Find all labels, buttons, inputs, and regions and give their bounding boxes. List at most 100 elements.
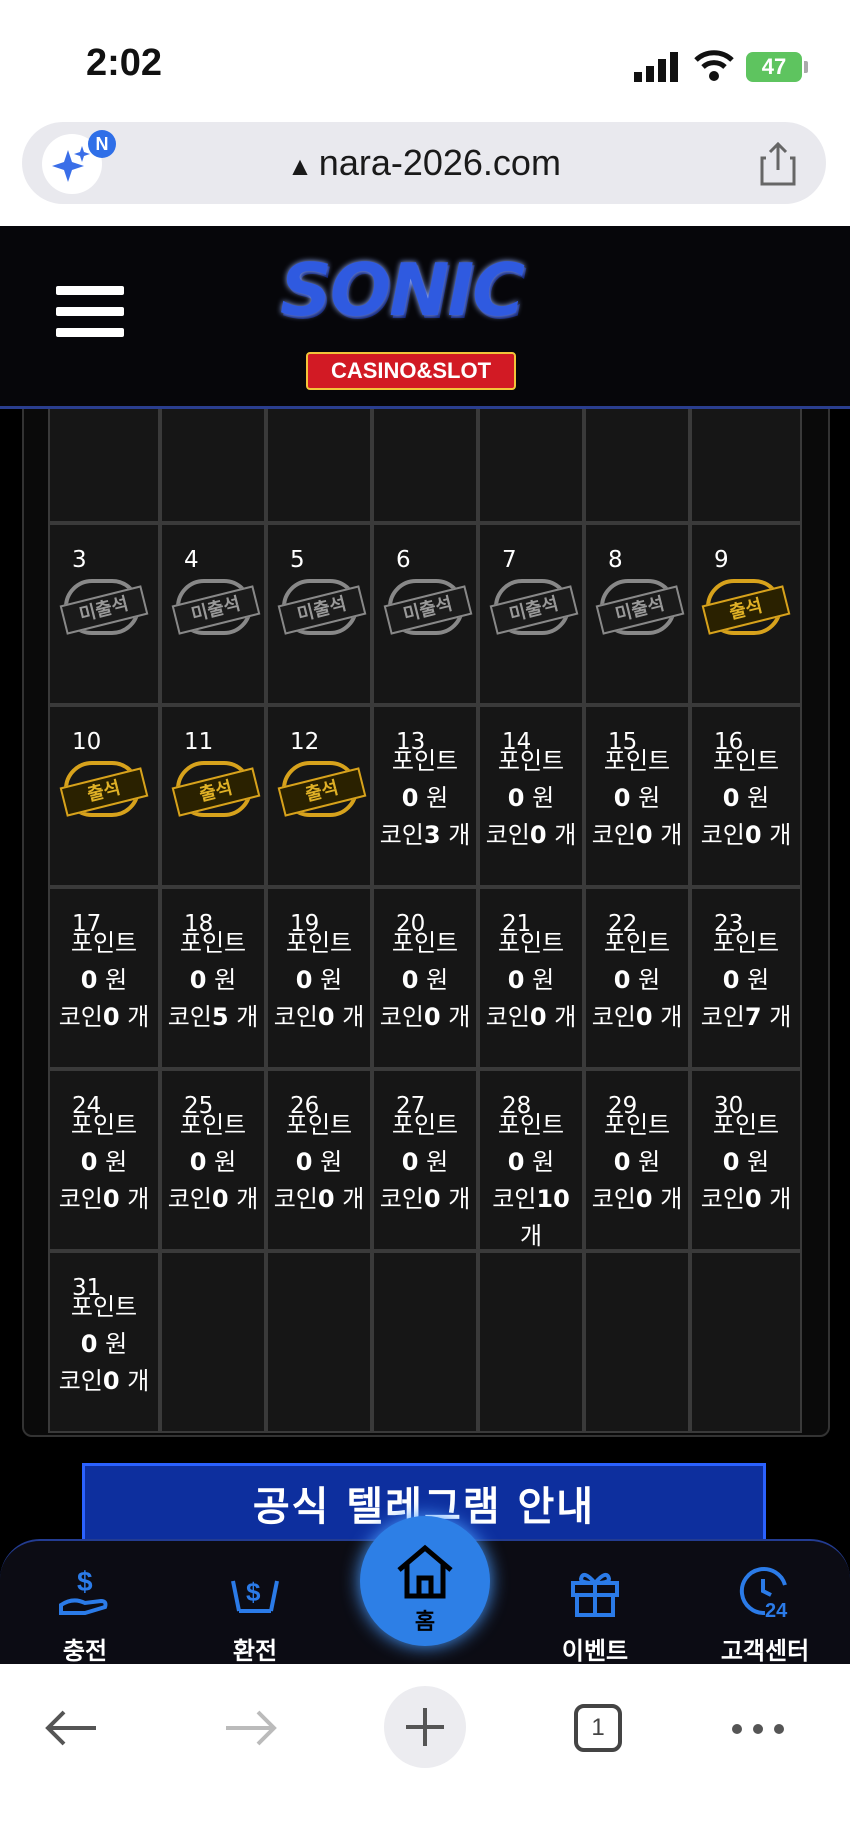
- more-icon[interactable]: [730, 1722, 786, 1736]
- calendar-day-cell[interactable]: 20 포인트 0 원 코인0 개: [372, 887, 478, 1069]
- calendar-day-cell[interactable]: 15 포인트 0 원 코인0 개: [584, 705, 690, 887]
- calendar-day-cell[interactable]: 3 미출석: [48, 523, 160, 705]
- battery-icon: 47: [746, 52, 802, 82]
- browser-toolbar: 1: [0, 1664, 850, 1841]
- won-unit: 원: [630, 966, 661, 994]
- calendar-day-cell[interactable]: 6 미출석: [372, 523, 478, 705]
- new-tab-button[interactable]: [384, 1686, 466, 1768]
- calendar-day-cell[interactable]: 28 포인트 0 원 코인10 개: [478, 1069, 584, 1251]
- absent-stamp: 미출석: [595, 579, 685, 635]
- day-number: 12: [290, 729, 320, 755]
- calendar-day-cell[interactable]: 22 포인트 0 원 코인0 개: [584, 887, 690, 1069]
- point-label: 포인트: [70, 929, 138, 957]
- coin-amount: 0: [423, 1185, 441, 1213]
- day-number: 11: [184, 729, 214, 755]
- calendar-day-cell[interactable]: 31 포인트 0 원 코인0 개: [48, 1251, 160, 1433]
- stamp-label: 미출석: [383, 585, 473, 635]
- address-bar[interactable]: N ▲ nara-2026.com: [22, 122, 826, 204]
- point-value: 0 원: [586, 780, 688, 817]
- day-number: 8: [608, 547, 623, 573]
- calendar-day-cell[interactable]: 9 출석: [690, 523, 802, 705]
- point-value: 0 원: [162, 962, 264, 999]
- withdraw-icon: $: [231, 1577, 279, 1613]
- calendar-day-cell[interactable]: 17 포인트 0 원 코인0 개: [48, 887, 160, 1069]
- coin-label: 코인: [58, 1003, 103, 1031]
- calendar-day-cell[interactable]: 18 포인트 0 원 코인5 개: [160, 887, 266, 1069]
- point-label: 포인트: [391, 1111, 459, 1139]
- calendar-cell: [584, 409, 690, 523]
- won-unit: 원: [97, 1148, 128, 1176]
- forward-arrow-icon[interactable]: [222, 1708, 278, 1748]
- won-unit: 원: [418, 1148, 449, 1176]
- calendar-day-cell[interactable]: 5 미출석: [266, 523, 372, 705]
- coin-value: 코인7 개: [692, 999, 800, 1036]
- calendar-day-cell[interactable]: 29 포인트 0 원 코인0 개: [584, 1069, 690, 1251]
- nav-deposit[interactable]: $ 충전: [20, 1561, 150, 1666]
- calendar-day-cell[interactable]: 21 포인트 0 원 코인0 개: [478, 887, 584, 1069]
- point-amount: 0: [613, 784, 631, 812]
- point-value: 0 원: [480, 962, 582, 999]
- gift-icon: [571, 1572, 619, 1617]
- calendar-day-cell[interactable]: 10 출석: [48, 705, 160, 887]
- point-label: 포인트: [712, 1111, 780, 1139]
- reward-info: 포인트 0 원 코인0 개: [268, 1107, 370, 1218]
- coin-value: 코인0 개: [268, 999, 370, 1036]
- wifi-icon: [694, 50, 734, 81]
- point-amount: 0: [80, 1148, 98, 1176]
- coin-unit: 개: [119, 1003, 150, 1031]
- nav-event-label: 이벤트: [561, 1637, 629, 1665]
- nav-support[interactable]: 24 고객센터: [700, 1561, 830, 1666]
- calendar-day-cell[interactable]: 14 포인트 0 원 코인0 개: [478, 705, 584, 887]
- coin-amount: 3: [423, 821, 441, 849]
- calendar-day-cell[interactable]: 27 포인트 0 원 코인0 개: [372, 1069, 478, 1251]
- site-logo[interactable]: SONIC CASINO&SLOT: [262, 248, 602, 390]
- coin-label: 코인: [167, 1003, 212, 1031]
- calendar-empty-cell: [478, 1251, 584, 1433]
- warning-icon: ▲: [287, 151, 313, 181]
- point-value: 0 원: [162, 1144, 264, 1181]
- nav-event[interactable]: 이벤트: [530, 1561, 660, 1666]
- attended-stamp: 출석: [59, 761, 149, 817]
- calendar-day-cell[interactable]: 12 출석: [266, 705, 372, 887]
- coin-value: 코인0 개: [692, 1181, 800, 1218]
- calendar-day-cell[interactable]: 25 포인트 0 원 코인0 개: [160, 1069, 266, 1251]
- calendar-empty-cell: [690, 1251, 802, 1433]
- calendar-day-cell[interactable]: 11 출석: [160, 705, 266, 887]
- coin-unit: 개: [440, 1003, 471, 1031]
- coin-label: 코인: [58, 1185, 103, 1213]
- coin-value: 코인0 개: [50, 999, 158, 1036]
- tabs-button[interactable]: 1: [574, 1704, 622, 1752]
- coin-amount: 0: [423, 1003, 441, 1031]
- calendar-day-cell[interactable]: 26 포인트 0 원 코인0 개: [266, 1069, 372, 1251]
- attended-stamp: 출석: [277, 761, 367, 817]
- svg-text:24: 24: [765, 1600, 788, 1621]
- coin-unit: 개: [761, 1003, 792, 1031]
- calendar-day-cell[interactable]: 4 미출석: [160, 523, 266, 705]
- back-arrow-icon[interactable]: [44, 1708, 100, 1748]
- stamp-label: 출석: [171, 767, 261, 817]
- nav-home[interactable]: 홈: [360, 1516, 490, 1646]
- calendar-day-cell[interactable]: 13 포인트 0 원 코인3 개: [372, 705, 478, 887]
- coin-unit: 개: [119, 1367, 150, 1395]
- coin-value: 코인0 개: [268, 1181, 370, 1218]
- calendar-day-cell[interactable]: 19 포인트 0 원 코인0 개: [266, 887, 372, 1069]
- point-value: 0 원: [692, 780, 800, 817]
- nav-withdraw[interactable]: $ 환전: [190, 1561, 320, 1666]
- share-icon[interactable]: [758, 142, 798, 186]
- calendar-day-cell[interactable]: 8 미출석: [584, 523, 690, 705]
- coin-unit: 개: [761, 821, 792, 849]
- calendar-cell: [160, 409, 266, 523]
- calendar-day-cell[interactable]: 16 포인트 0 원 코인0 개: [690, 705, 802, 887]
- calendar-day-cell[interactable]: 23 포인트 0 원 코인7 개: [690, 887, 802, 1069]
- coin-label: 코인: [167, 1185, 212, 1213]
- day-number: 9: [714, 547, 729, 573]
- coin-value: 코인0 개: [586, 999, 688, 1036]
- coin-amount: 0: [102, 1367, 120, 1395]
- coin-amount: 0: [635, 821, 653, 849]
- calendar-day-cell[interactable]: 30 포인트 0 원 코인0 개: [690, 1069, 802, 1251]
- menu-icon[interactable]: [56, 286, 124, 346]
- calendar-day-cell[interactable]: 7 미출석: [478, 523, 584, 705]
- stamp-label: 출석: [701, 585, 791, 635]
- calendar-day-cell[interactable]: 24 포인트 0 원 코인0 개: [48, 1069, 160, 1251]
- absent-stamp: 미출석: [171, 579, 261, 635]
